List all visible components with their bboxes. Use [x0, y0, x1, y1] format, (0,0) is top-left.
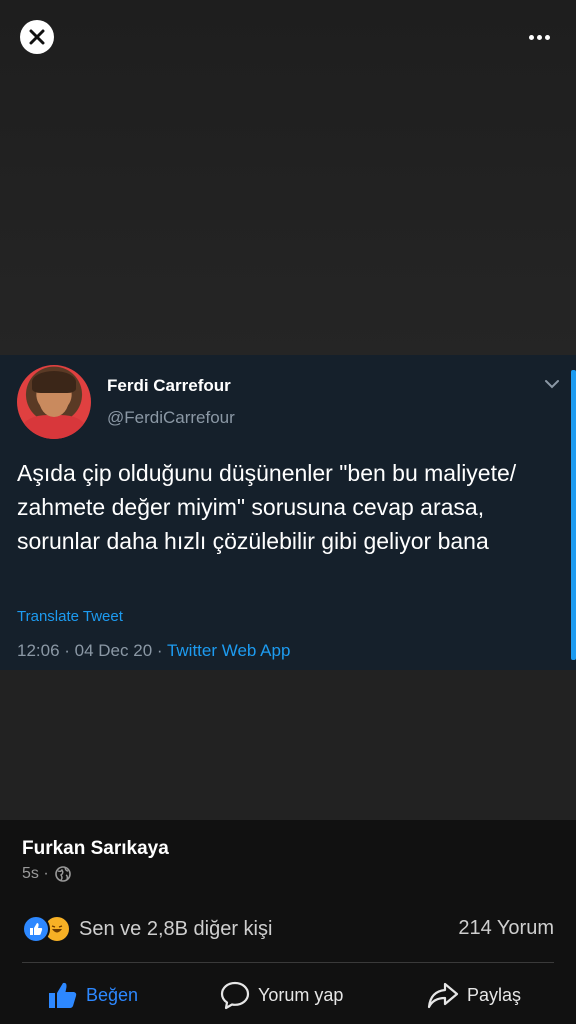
- thumbs-up-icon: [49, 982, 77, 1008]
- comment-icon: [220, 981, 250, 1010]
- post-time: 5s ·: [22, 865, 71, 883]
- share-label: Paylaş: [467, 984, 522, 1005]
- tweet-text: Aşıda çip olduğunu düşünenler "ben bu ma…: [17, 460, 517, 554]
- tweet-avatar: [17, 365, 91, 439]
- photo-backdrop: [0, 0, 576, 355]
- tweet-author-handle: @FerdiCarrefour: [107, 408, 235, 427]
- tweet-meta: 12:06 · 04 Dec 20 · Twitter Web App: [17, 641, 290, 661]
- share-button[interactable]: Paylaş: [427, 976, 521, 1014]
- close-button[interactable]: [20, 20, 54, 54]
- like-label: Beğen: [86, 984, 139, 1005]
- tweet-app: Twitter Web App: [166, 641, 291, 660]
- reactions-text: Sen ve 2,8B diğer kişi: [79, 917, 273, 940]
- translate-tweet-link: Translate Tweet: [17, 608, 123, 625]
- divider: [22, 962, 554, 963]
- chevron-down-icon: [545, 380, 559, 389]
- comment-button[interactable]: Yorum yap: [220, 976, 343, 1014]
- close-icon: [29, 29, 45, 45]
- share-icon: [427, 982, 459, 1009]
- more-options-button[interactable]: [524, 25, 554, 49]
- comments-count[interactable]: 214 Yorum: [458, 917, 554, 940]
- comment-label: Yorum yap: [258, 984, 344, 1005]
- tweet-timestamp: 12:06 · 04 Dec 20 ·: [17, 641, 167, 660]
- like-reaction-icon: [22, 915, 50, 943]
- like-button[interactable]: Beğen: [48, 976, 138, 1014]
- more-options-icon: [528, 34, 534, 40]
- globe-icon: [54, 866, 71, 882]
- tweet-scrollbar: [571, 370, 576, 660]
- post-author[interactable]: Furkan Sarıkaya: [22, 838, 169, 860]
- reactions-summary[interactable]: Sen ve 2,8B diğer kişi: [22, 915, 272, 943]
- tweet-author-name: Ferdi Carrefour: [107, 376, 231, 395]
